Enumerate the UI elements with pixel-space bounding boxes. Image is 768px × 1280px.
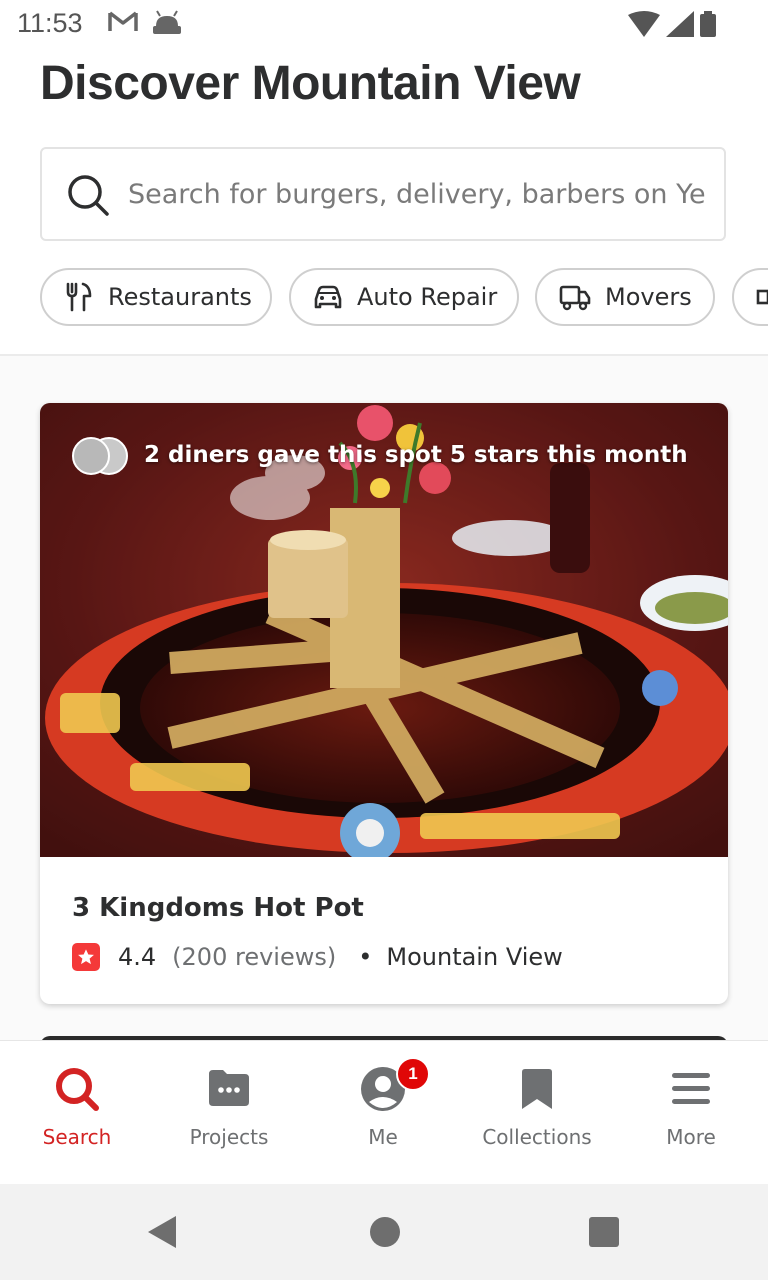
android-icon bbox=[153, 10, 181, 34]
battery-icon bbox=[700, 11, 716, 37]
tab-search[interactable]: Search bbox=[0, 1041, 154, 1185]
tab-me[interactable]: 1 Me bbox=[306, 1041, 460, 1185]
separator-bullet: • bbox=[358, 943, 373, 971]
tab-label: Search bbox=[42, 1125, 112, 1149]
more-category-icon bbox=[756, 282, 768, 312]
page-title: Discover Mountain View bbox=[40, 57, 581, 110]
tab-collections[interactable]: Collections bbox=[460, 1041, 614, 1185]
bottom-tab-bar: Search Projects 1 Me Collections More bbox=[0, 1040, 768, 1185]
tab-projects[interactable]: Projects bbox=[152, 1041, 306, 1185]
chip-restaurants[interactable]: Restaurants bbox=[40, 268, 272, 326]
chip-label: Restaurants bbox=[108, 283, 252, 311]
business-locality: Mountain View bbox=[386, 943, 563, 971]
car-icon bbox=[313, 282, 343, 312]
search-icon bbox=[53, 1065, 101, 1113]
chip-label: Auto Repair bbox=[357, 283, 498, 311]
notification-icons bbox=[108, 10, 182, 36]
chip-more-category[interactable] bbox=[732, 268, 768, 326]
chip-auto-repair[interactable]: Auto Repair bbox=[289, 268, 519, 326]
bookmark-icon bbox=[513, 1065, 561, 1113]
avatar bbox=[72, 437, 110, 475]
signal-icon bbox=[666, 11, 694, 37]
gmail-icon bbox=[108, 11, 138, 31]
notification-badge: 1 bbox=[396, 1057, 430, 1091]
system-nav-bar bbox=[0, 1184, 768, 1280]
business-card[interactable]: 2 diners gave this spot 5 stars this mon… bbox=[40, 403, 728, 1004]
search-icon bbox=[66, 173, 110, 222]
social-proof-banner: 2 diners gave this spot 5 stars this mon… bbox=[72, 435, 688, 475]
category-chips: Restaurants Auto Repair Movers bbox=[40, 268, 768, 328]
tab-label: Projects bbox=[189, 1125, 269, 1149]
banner-text: 2 diners gave this spot 5 stars this mon… bbox=[144, 442, 688, 468]
business-meta: 4.4 (200 reviews) • Mountain View bbox=[72, 943, 563, 971]
diner-avatars bbox=[72, 435, 128, 475]
wifi-icon bbox=[628, 11, 660, 37]
status-time: 11:53 bbox=[17, 8, 83, 38]
tab-more[interactable]: More bbox=[614, 1041, 768, 1185]
search-input[interactable] bbox=[128, 171, 708, 217]
chip-label: Movers bbox=[605, 283, 692, 311]
tab-label: Collections bbox=[482, 1125, 592, 1149]
status-bar: 11:53 bbox=[0, 0, 768, 50]
fork-knife-icon bbox=[64, 282, 94, 312]
home-icon[interactable] bbox=[369, 1216, 401, 1248]
chip-movers[interactable]: Movers bbox=[535, 268, 715, 326]
business-name[interactable]: 3 Kingdoms Hot Pot bbox=[72, 893, 364, 923]
rating-value: 4.4 bbox=[118, 943, 157, 971]
recents-icon[interactable] bbox=[589, 1217, 619, 1247]
search-box[interactable] bbox=[40, 147, 726, 241]
truck-icon bbox=[559, 282, 591, 312]
review-count: (200 reviews) bbox=[172, 943, 337, 971]
projects-icon bbox=[205, 1065, 253, 1113]
back-icon[interactable] bbox=[146, 1214, 178, 1250]
star-icon bbox=[72, 943, 100, 971]
menu-icon bbox=[667, 1065, 715, 1113]
tab-label: Me bbox=[368, 1125, 398, 1149]
tab-label: More bbox=[666, 1125, 716, 1149]
system-icons bbox=[628, 11, 716, 37]
